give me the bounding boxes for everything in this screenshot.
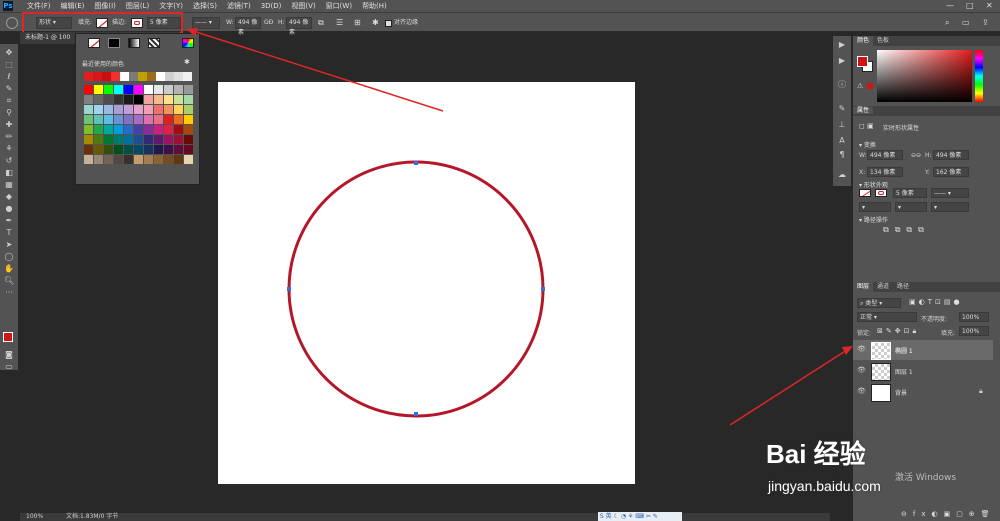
panel-foreground-swatch[interactable] [857,56,868,67]
windows-activation-text: 激活 Windows [895,473,957,483]
watermark-url: jingyan.baidu.com [768,478,881,494]
baidu-watermark: Bai 经验 [766,439,866,469]
annotation-arrow-layers [729,347,851,426]
arrowhead-top [186,28,198,36]
document-info: 文档:1.83M/0 字节 [66,513,119,520]
arrowhead-layers [842,346,853,355]
status-bar: 100% 文档:1.83M/0 字节 [20,513,830,521]
zoom-level[interactable]: 100% [26,513,43,521]
ime-toolbar[interactable]: S 英 ☾ ◔ ⚘ ⌨ ✂ ✎ [598,512,682,521]
annotation-arrow-top [189,29,444,112]
